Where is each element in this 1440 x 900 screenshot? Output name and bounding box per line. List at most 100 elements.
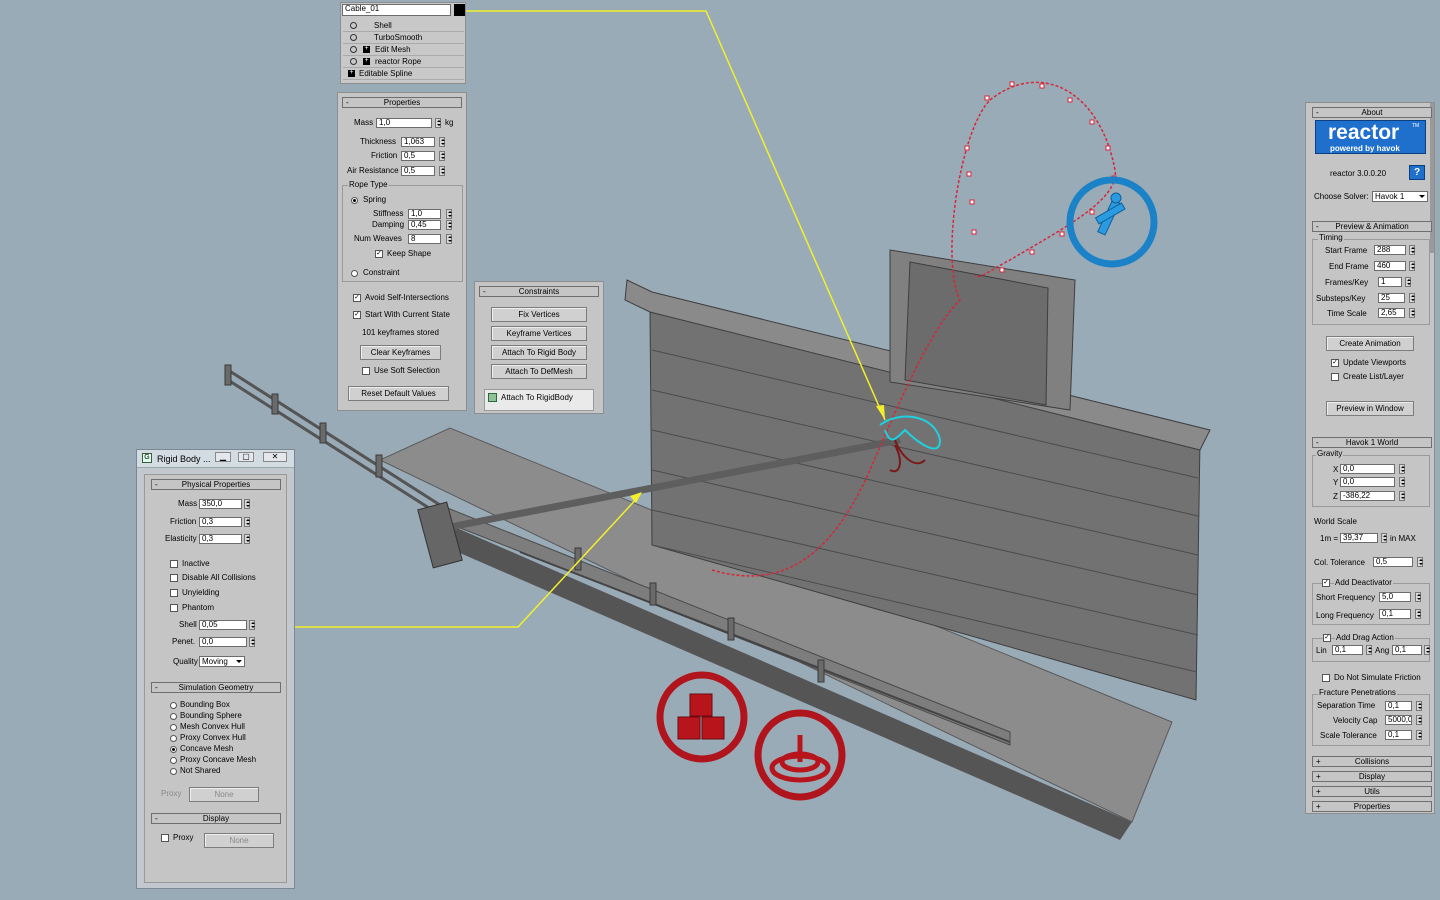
ang-field[interactable]: 0,1 <box>1392 645 1422 655</box>
thickness-field[interactable]: 1,063 <box>401 137 435 147</box>
havok-world-header[interactable]: - Havok 1 World <box>1312 437 1432 448</box>
stack-item[interactable]: + reactor Rope <box>343 57 464 68</box>
friction-spinner[interactable] <box>439 151 445 161</box>
lightbulb-icon[interactable] <box>350 22 357 29</box>
quality-dropdown[interactable]: Moving <box>199 656 245 667</box>
rb-elasticity-spinner[interactable] <box>244 534 250 544</box>
geometry-option-radio[interactable] <box>170 724 177 731</box>
rb-friction-spinner[interactable] <box>244 517 250 527</box>
simulation-geometry-header[interactable]: - Simulation Geometry <box>151 682 281 693</box>
rb-friction-field[interactable]: 0,3 <box>199 517 242 527</box>
penet-spinner[interactable] <box>249 637 255 647</box>
geometry-option-radio[interactable] <box>170 702 177 709</box>
geometry-option-radio[interactable] <box>170 757 177 764</box>
scale-tolerance-field[interactable]: 0,1 <box>1385 730 1412 740</box>
shell-field[interactable]: 0,05 <box>199 620 247 630</box>
start-frame-field[interactable]: 288 <box>1374 245 1406 255</box>
maximize-button[interactable]: ▢ <box>238 452 254 462</box>
physical-properties-header[interactable]: - Physical Properties <box>151 479 281 490</box>
lightbulb-icon[interactable] <box>350 46 357 53</box>
preview-in-window-button[interactable]: Preview in Window <box>1326 401 1414 416</box>
gravity-x-spinner[interactable] <box>1399 464 1405 474</box>
object-name-field[interactable]: Cable_01 <box>342 4 451 16</box>
help-button[interactable]: ? <box>1409 165 1425 180</box>
stack-item[interactable]: Shell <box>343 21 464 32</box>
gravity-y-spinner[interactable] <box>1399 477 1405 487</box>
rb-mass-field[interactable]: 350,0 <box>199 499 242 509</box>
phantom-checkbox[interactable] <box>170 604 178 612</box>
stack-item[interactable]: + Editable Spline <box>343 69 464 80</box>
constraints-rollout-header[interactable]: - Constraints <box>479 286 599 297</box>
velocity-cap-field[interactable]: 5000,0 <box>1385 715 1412 725</box>
end-frame-field[interactable]: 460 <box>1374 261 1406 271</box>
attach-rigidbody-item[interactable]: Attach To RigidBody <box>484 389 594 411</box>
keep-shape-checkbox[interactable]: ✓ <box>375 250 383 258</box>
constraint-button[interactable]: Attach To DefMesh <box>491 364 587 379</box>
inactive-checkbox[interactable] <box>170 560 178 568</box>
gravity-z-field[interactable]: -386,22 <box>1340 491 1395 501</box>
clear-keyframes-button[interactable]: Clear Keyframes <box>360 345 441 360</box>
world-scale-spinner[interactable] <box>1381 533 1387 543</box>
lightbulb-icon[interactable] <box>350 58 357 65</box>
time-scale-spinner[interactable] <box>1409 308 1415 318</box>
object-color-swatch[interactable] <box>454 4 465 16</box>
create-list-layer-checkbox[interactable] <box>1331 373 1339 381</box>
close-button[interactable]: ✕ <box>263 452 287 462</box>
display-proxy-checkbox[interactable] <box>161 834 169 842</box>
constraint-button[interactable]: Keyframe Vertices <box>491 326 587 341</box>
display-none-button[interactable]: None <box>204 833 274 848</box>
ang-spinner[interactable] <box>1424 645 1430 655</box>
start-current-state-checkbox[interactable]: ✓ <box>353 311 361 319</box>
add-drag-action-checkbox[interactable]: ✓ <box>1323 634 1331 642</box>
penet-field[interactable]: 0,0 <box>199 637 247 647</box>
stiffness-spinner[interactable] <box>446 209 452 219</box>
substeps-key-field[interactable]: 25 <box>1378 293 1405 303</box>
properties-rollout-header[interactable]: - Properties <box>342 97 462 108</box>
frames-key-field[interactable]: 1 <box>1378 277 1402 287</box>
disable-all-collisions-checkbox[interactable] <box>170 574 178 582</box>
about-header[interactable]: - About <box>1312 107 1432 118</box>
gravity-x-field[interactable]: 0,0 <box>1340 464 1395 474</box>
frames-key-spinner[interactable] <box>1405 277 1411 287</box>
rigid-body-titlebar[interactable]: G Rigid Body ... ▁ ▢ ✕ <box>137 450 294 468</box>
col-tolerance-field[interactable]: 0,5 <box>1373 557 1413 567</box>
thickness-spinner[interactable] <box>439 137 445 147</box>
lightbulb-icon[interactable] <box>350 34 357 41</box>
geometry-option-radio[interactable] <box>170 768 177 775</box>
no-friction-checkbox[interactable] <box>1322 674 1330 682</box>
scale-tolerance-spinner[interactable] <box>1416 730 1422 740</box>
spring-radio[interactable] <box>351 197 358 204</box>
time-scale-field[interactable]: 2,65 <box>1378 308 1405 318</box>
gravity-y-field[interactable]: 0,0 <box>1340 477 1395 487</box>
lin-spinner[interactable] <box>1366 645 1372 655</box>
gravity-z-spinner[interactable] <box>1399 491 1405 501</box>
preview-animation-header[interactable]: - Preview & Animation <box>1312 221 1432 232</box>
use-soft-selection-checkbox[interactable] <box>362 367 370 375</box>
collapsed-rollout-header[interactable]: + Collisions <box>1312 756 1432 767</box>
separation-time-field[interactable]: 0,1 <box>1385 701 1412 711</box>
geometry-option-radio[interactable] <box>170 713 177 720</box>
num-weaves-spinner[interactable] <box>446 234 452 244</box>
air-resistance-spinner[interactable] <box>439 166 445 176</box>
rb-elasticity-field[interactable]: 0,3 <box>199 534 242 544</box>
damping-spinner[interactable] <box>446 220 452 230</box>
update-viewports-checkbox[interactable]: ✓ <box>1331 359 1339 367</box>
air-resistance-field[interactable]: 0,5 <box>401 166 435 176</box>
stack-item[interactable]: + Edit Mesh <box>343 45 464 56</box>
geometry-option-radio[interactable] <box>170 735 177 742</box>
stiffness-field[interactable]: 1,0 <box>408 209 441 219</box>
short-frequency-field[interactable]: 5,0 <box>1379 592 1411 602</box>
proxy-none-button[interactable]: None <box>189 787 259 802</box>
constraint-radio[interactable] <box>351 270 358 277</box>
end-frame-spinner[interactable] <box>1409 261 1415 271</box>
mass-field[interactable]: 1,0 <box>376 118 432 128</box>
expand-icon[interactable]: + <box>363 45 370 53</box>
collapsed-rollout-header[interactable]: + Properties <box>1312 801 1432 812</box>
num-weaves-field[interactable]: 8 <box>408 234 441 244</box>
short-frequency-spinner[interactable] <box>1415 592 1421 602</box>
mass-spinner[interactable] <box>435 118 441 128</box>
start-frame-spinner[interactable] <box>1409 245 1415 255</box>
damping-field[interactable]: 0,45 <box>408 220 441 230</box>
constraint-button[interactable]: Attach To Rigid Body <box>491 345 587 360</box>
expand-icon[interactable]: + <box>348 69 355 77</box>
